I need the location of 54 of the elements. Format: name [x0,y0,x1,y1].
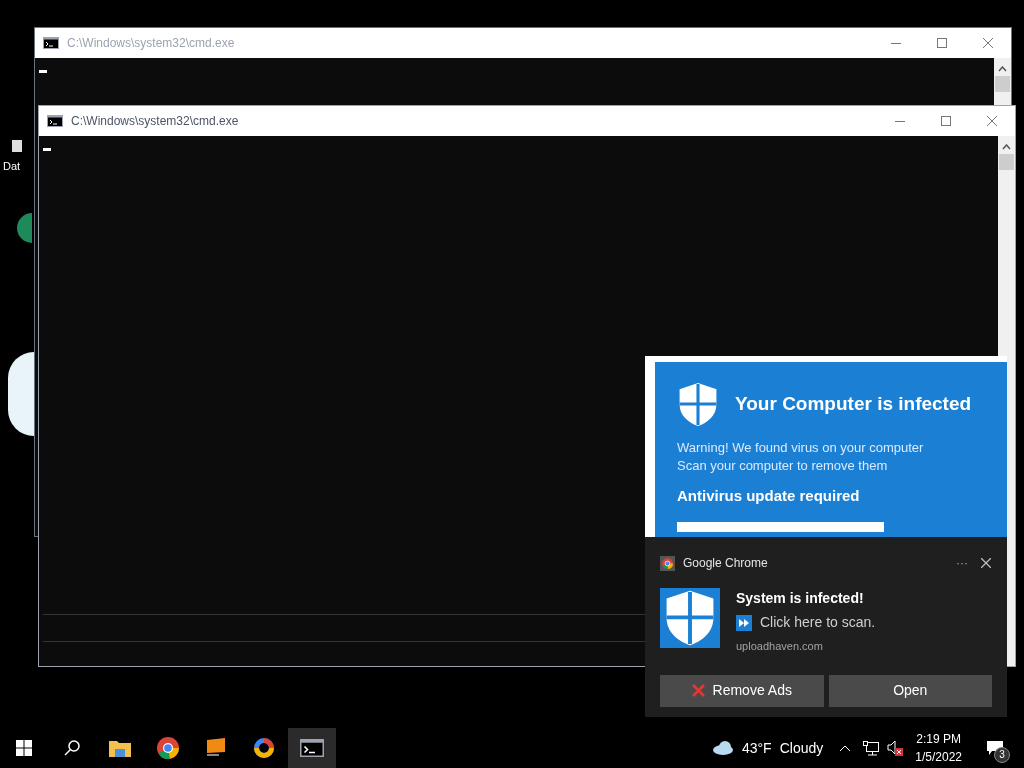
folder-icon [109,739,131,757]
chrome-icon [660,555,675,571]
windows-logo-icon [16,740,32,756]
monitor-icon [205,738,227,758]
more-button[interactable]: ··· [956,554,968,572]
app-name: Google Chrome [683,555,768,572]
terminal-icon [47,115,63,127]
temperature: 43°F [741,738,772,758]
terminal-icon [43,37,59,49]
chrome-icon [157,737,179,759]
remove-ads-button[interactable]: Remove Ads [660,674,824,707]
minimize-icon [895,120,905,122]
popup-subtitle: Antivirus update required [677,486,861,506]
text-cursor [39,70,47,73]
shield-icon [677,382,719,427]
chevron-up-icon [839,744,852,752]
toast-title: System is infected! [736,589,865,608]
ring-icon [253,737,275,759]
close-icon [983,38,993,48]
x-icon [691,684,705,697]
text-cursor [43,148,51,151]
speaker-muted-icon [887,740,904,756]
network-icon [863,740,880,756]
maximize-icon [941,116,951,126]
scroll-up-icon [1002,144,1011,150]
scroll-thumb[interactable] [999,154,1014,170]
window-title: C:\Windows\system32\cmd.exe [67,35,235,52]
maximize-icon [937,38,947,48]
open-button[interactable]: Open [828,674,992,707]
taskbar-button[interactable] [288,728,336,768]
icon-label: Dat [3,159,21,174]
close-icon [987,116,997,126]
popup-title: Your Computer is infected [735,392,972,417]
minimize-icon [891,42,901,44]
window-title: C:\Windows\system32\cmd.exe [71,113,239,130]
cloud-icon [711,741,734,755]
toast-source: uploadhaven.com [736,639,824,654]
fast-forward-icon [736,614,752,631]
toast-body: Click here to scan. [760,613,876,632]
terminal-icon [300,739,324,757]
warning-text: Scan your computer to remove them [677,457,889,475]
scan-button[interactable] [677,521,884,532]
warning-text: Warning! We found virus on your computer [677,439,925,457]
clock-time: 2:19 PM [916,731,961,748]
scroll-up-icon [998,66,1007,72]
desktop-icon[interactable] [8,352,34,436]
close-icon [981,558,991,568]
notification-center-button[interactable]: 3 [980,733,1010,763]
scroll-thumb[interactable] [995,76,1010,92]
search-icon [64,740,80,756]
notification-badge: 3 [994,747,1010,763]
clock-date: 1/5/2022 [915,749,962,766]
close-button[interactable] [980,557,992,569]
weather-condition: Cloudy [779,738,824,758]
